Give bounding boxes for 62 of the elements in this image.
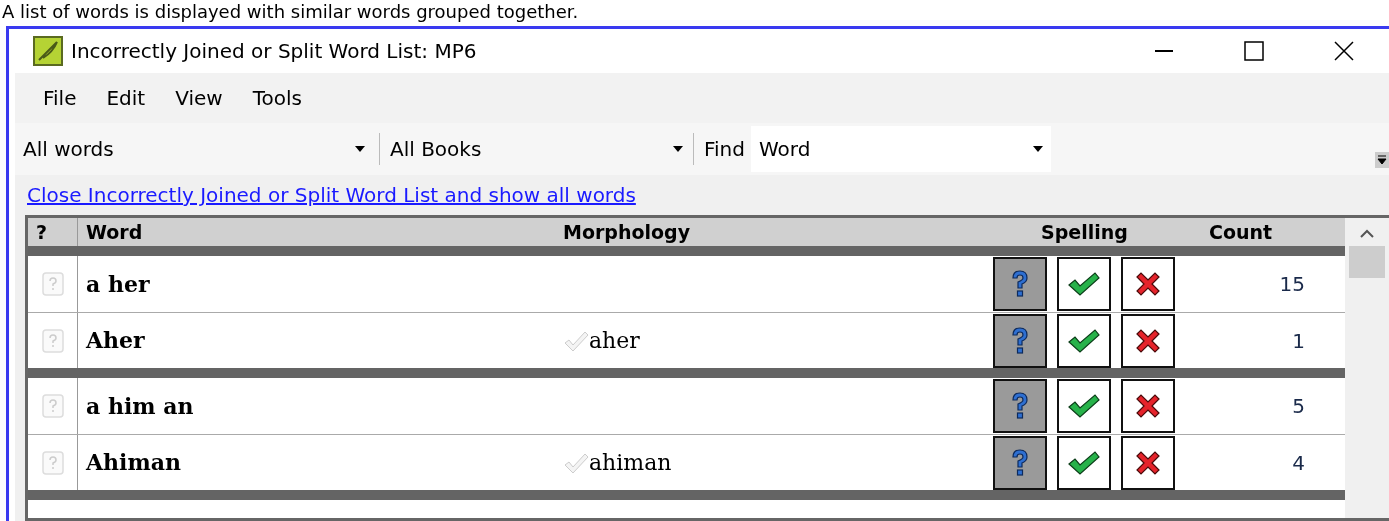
unknown-status-icon — [41, 450, 64, 475]
word-cell-text: Ahiman — [84, 448, 182, 477]
count-cell-text: 15 — [1278, 271, 1305, 298]
count-cell-text: 4 — [1291, 449, 1305, 477]
menu-item[interactable]: View — [165, 83, 233, 113]
dropdown-caret-icon — [673, 146, 683, 152]
spelling-button[interactable] — [1057, 379, 1111, 433]
menu-item[interactable]: File — [33, 83, 87, 113]
unknown-status-icon — [41, 328, 64, 353]
spelling-button[interactable] — [1121, 313, 1175, 368]
book-filter-dropdown[interactable]: All Books — [384, 134, 689, 164]
column-header: Morphology — [563, 219, 692, 245]
spelling-button[interactable] — [1121, 435, 1175, 490]
question-mark-icon — [1010, 325, 1030, 356]
column-header: Count — [1208, 219, 1274, 245]
cross-icon — [1134, 392, 1162, 420]
minimize-icon — [1155, 50, 1173, 52]
word-cell-text: Aher — [84, 326, 146, 355]
spelling-button[interactable] — [993, 435, 1047, 490]
find-field[interactable]: Word — [751, 126, 1051, 172]
checkmark-icon — [1067, 393, 1101, 419]
word-cell-text: a her — [85, 269, 151, 299]
count-cell-text: 5 — [1291, 393, 1305, 420]
scrollbar[interactable] — [1345, 218, 1389, 518]
checkmark-icon — [1067, 271, 1101, 297]
maximize-icon — [1244, 41, 1264, 61]
spelling-button[interactable] — [1121, 257, 1175, 311]
spelling-button[interactable] — [993, 257, 1047, 311]
morphology-cell-text: aher — [589, 327, 640, 355]
count-cell-text: 1 — [1291, 327, 1305, 355]
question-mark-icon — [1010, 269, 1030, 299]
menu-item[interactable]: Edit — [96, 83, 156, 113]
word-cell-text: a him an — [85, 391, 195, 421]
spelling-button[interactable] — [993, 313, 1047, 368]
column-header: Spelling — [1040, 219, 1129, 245]
unknown-status-icon — [41, 272, 64, 296]
overflow-icon — [1375, 152, 1389, 168]
checkmark-icon — [1067, 449, 1101, 476]
spelling-button[interactable] — [1057, 313, 1111, 368]
column-header: Word — [85, 219, 144, 245]
word-filter-dropdown[interactable]: All words — [23, 134, 375, 164]
close-icon — [1334, 41, 1354, 61]
dropdown-caret-icon — [1033, 146, 1043, 152]
scroll-up-icon — [1360, 228, 1374, 238]
spelling-button[interactable] — [1057, 435, 1111, 490]
scroll-thumb[interactable] — [1349, 246, 1385, 278]
find-label: Find — [703, 136, 746, 163]
spelling-button[interactable] — [993, 379, 1047, 433]
caption-text: A list of words is displayed with similar words grouped together. — [1, 0, 580, 24]
question-mark-icon — [1010, 391, 1030, 421]
unknown-status-icon — [41, 394, 64, 418]
checkmark-icon — [1067, 327, 1101, 354]
menu-item[interactable]: Tools — [242, 83, 312, 113]
cross-icon — [1134, 270, 1162, 298]
question-mark-icon — [1010, 447, 1030, 478]
dropdown-caret-icon — [355, 146, 365, 152]
app-logo-icon — [33, 36, 63, 66]
spelling-button[interactable] — [1121, 379, 1175, 433]
spelling-button[interactable] — [1057, 257, 1111, 311]
column-header: ? — [28, 217, 78, 247]
morphology-cell-text: ahiman — [589, 449, 672, 477]
window-title: Incorrectly Joined or Split Word List: MP6 — [71, 38, 477, 65]
